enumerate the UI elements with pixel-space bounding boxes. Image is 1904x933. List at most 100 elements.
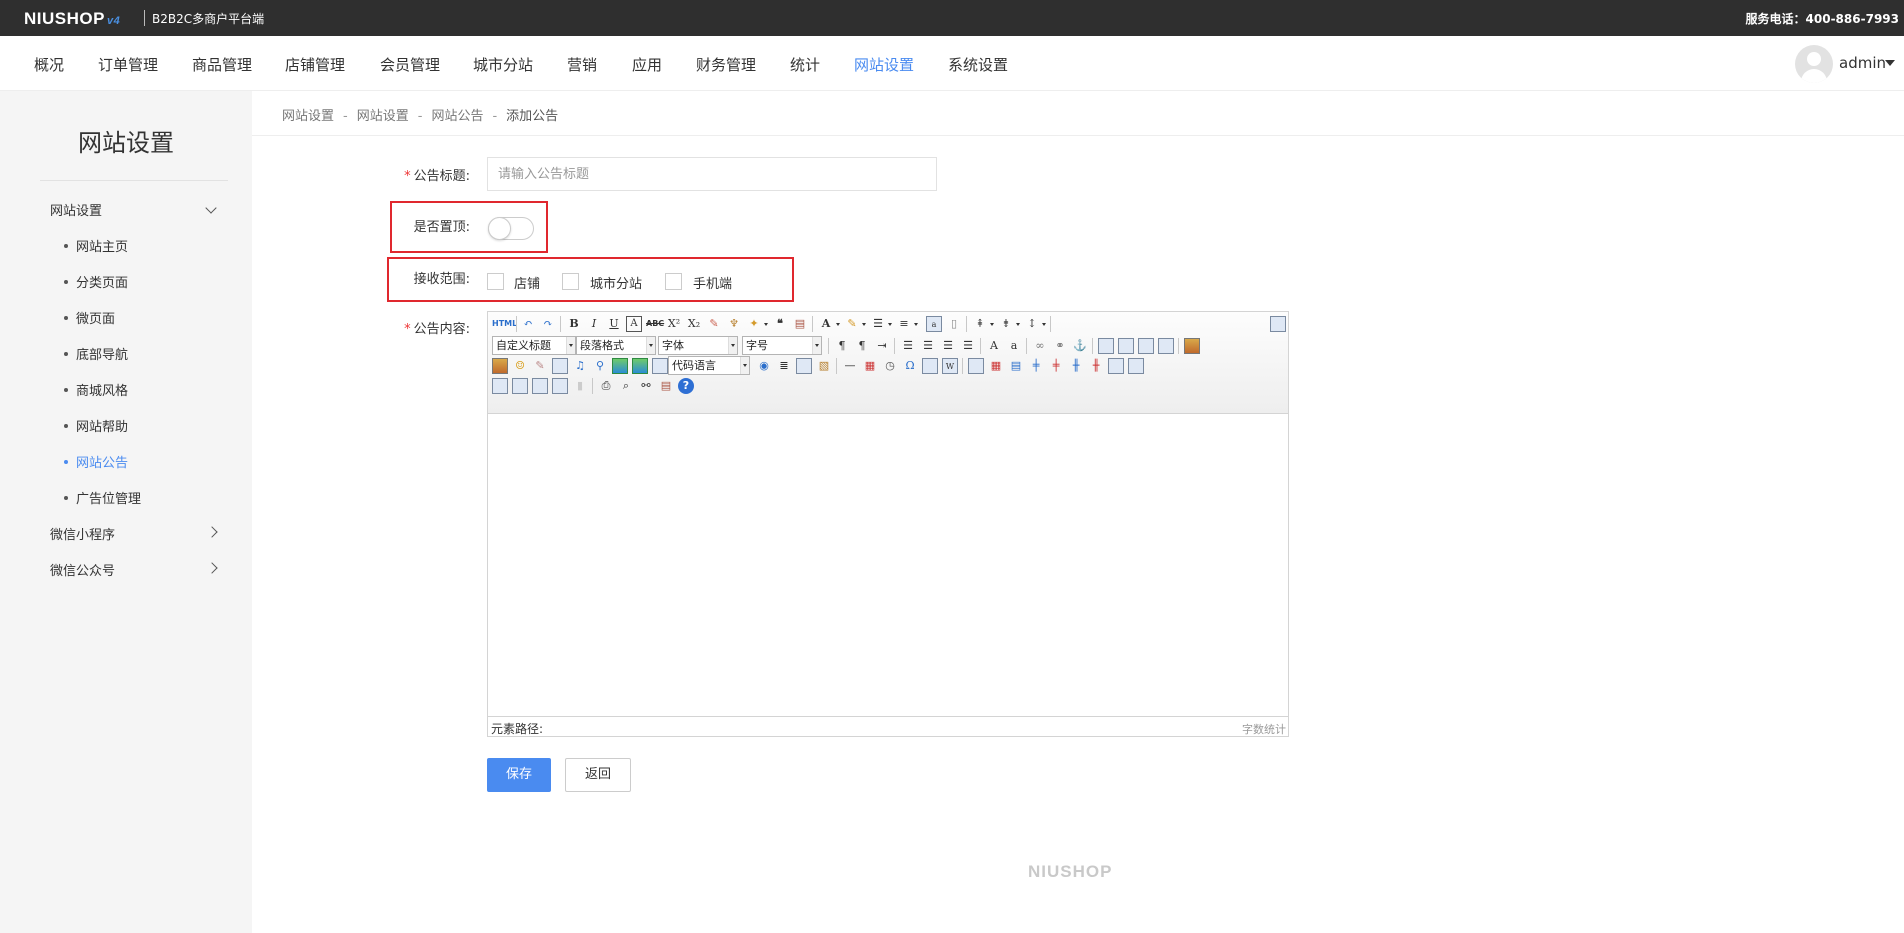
scope-shop-checkbox[interactable] — [487, 273, 504, 290]
nav-item-overview[interactable]: 概况 — [34, 54, 64, 75]
highlight-color-icon[interactable]: ✎ — [844, 316, 860, 332]
align-right-icon[interactable]: ☰ — [940, 338, 956, 354]
special-chars-icon[interactable]: Ω — [902, 358, 918, 374]
insert-video-icon[interactable] — [552, 358, 568, 374]
sidebar-item-ad-slots[interactable]: 广告位管理 — [64, 488, 141, 507]
line-height-icon[interactable]: ↕ — [1024, 316, 1040, 332]
scope-mobile-checkbox[interactable] — [665, 273, 682, 290]
redo-icon[interactable]: ↷ — [540, 316, 556, 332]
image-center-icon[interactable] — [1158, 338, 1174, 354]
help-icon[interactable]: ? — [678, 378, 694, 394]
insert-paragraph-before-table-icon[interactable]: ▤ — [1008, 358, 1024, 374]
dropdown-arrow-icon[interactable] — [990, 323, 994, 326]
nav-item-orders[interactable]: 订单管理 — [98, 54, 158, 75]
nav-item-apps[interactable]: 应用 — [632, 54, 662, 75]
sidebar-item-category-page[interactable]: 分类页面 — [64, 272, 128, 291]
dropdown-arrow-icon[interactable] — [1016, 323, 1020, 326]
paragraph-format-select[interactable]: 段落格式 — [576, 336, 656, 355]
user-menu-caret-icon[interactable] — [1885, 60, 1895, 66]
scrawl-icon[interactable]: ✎ — [532, 358, 548, 374]
superscript-icon[interactable]: X² — [666, 316, 682, 332]
split-to-rows-icon[interactable] — [532, 378, 548, 394]
breadcrumb-item[interactable]: 网站设置 — [357, 109, 409, 124]
delete-col-icon[interactable]: ╫ — [1088, 358, 1104, 374]
emotion-icon[interactable]: ☺ — [512, 358, 528, 374]
template-icon[interactable]: ▧ — [816, 358, 832, 374]
scope-shop-label[interactable]: 店铺 — [514, 273, 540, 292]
delete-table-icon[interactable]: ▦ — [988, 358, 1004, 374]
sidebar-item-home-page[interactable]: 网站主页 — [64, 236, 128, 255]
auto-format-icon[interactable]: ✦ — [746, 316, 762, 332]
sidebar-item-site-help[interactable]: 网站帮助 — [64, 416, 128, 435]
dropdown-arrow-icon[interactable] — [1042, 323, 1046, 326]
drafts-icon[interactable]: ▤ — [658, 378, 674, 394]
date-icon[interactable]: ▦ — [862, 358, 878, 374]
html-source-icon[interactable]: HTML — [492, 316, 517, 332]
select-all-icon[interactable]: a — [926, 316, 942, 332]
paste-plain-icon[interactable]: ▤ — [792, 316, 808, 332]
nav-item-system-settings[interactable]: 系统设置 — [948, 54, 1008, 75]
split-to-cells-icon[interactable] — [512, 378, 528, 394]
insert-col-icon[interactable]: ╫ — [1068, 358, 1084, 374]
nav-item-city-station[interactable]: 城市分站 — [473, 54, 533, 75]
bold-icon[interactable]: B — [566, 316, 582, 332]
align-left-icon[interactable]: ☰ — [900, 338, 916, 354]
sidebar-item-bottom-nav[interactable]: 底部导航 — [64, 344, 128, 363]
niushop-logo[interactable]: NIUSHOP v4 — [24, 9, 120, 29]
merge-cells-icon[interactable] — [1108, 358, 1124, 374]
snap-screen-icon[interactable] — [922, 358, 938, 374]
lowercase-icon[interactable]: a — [1006, 338, 1022, 354]
sidebar-group-website-settings[interactable]: 网站设置 — [50, 200, 102, 219]
user-avatar[interactable] — [1795, 45, 1833, 83]
word-image-icon[interactable]: W — [942, 358, 958, 374]
scope-city-station-label[interactable]: 城市分站 — [590, 273, 642, 292]
unlink-icon[interactable]: ⚭ — [1052, 338, 1068, 354]
sidebar-group-wechat-miniprogram[interactable]: 微信小程序 — [50, 524, 115, 543]
sidebar-group-wechat-official[interactable]: 微信公众号 — [50, 560, 115, 579]
breadcrumb-item[interactable]: 网站设置 — [282, 109, 334, 124]
web-app-icon[interactable]: ◉ — [756, 358, 772, 374]
editor-content-area[interactable] — [488, 415, 1288, 716]
subscript-icon[interactable]: X₂ — [686, 316, 702, 332]
delete-row-icon[interactable]: ╪ — [1048, 358, 1064, 374]
ordered-list-icon[interactable]: ☰ — [870, 316, 886, 332]
chevron-down-icon[interactable] — [205, 202, 217, 214]
font-color-icon[interactable]: A — [818, 316, 834, 332]
breadcrumb-item[interactable]: 网站公告 — [431, 109, 483, 124]
time-icon[interactable]: ◷ — [882, 358, 898, 374]
direction-rtl-icon[interactable]: ¶ — [854, 338, 870, 354]
chevron-right-icon[interactable] — [206, 562, 218, 574]
sidebar-item-micro-page[interactable]: 微页面 — [64, 308, 115, 327]
link-icon[interactable]: ∞ — [1032, 338, 1048, 354]
background-icon[interactable] — [796, 358, 812, 374]
custom-heading-select[interactable]: 自定义标题 — [492, 336, 576, 355]
row-spacing-bottom-icon[interactable]: ⇟ — [998, 316, 1014, 332]
align-center-icon[interactable]: ☰ — [920, 338, 936, 354]
strikethrough-icon[interactable]: ABC — [646, 316, 664, 332]
preview-icon[interactable]: ⌕ — [618, 378, 634, 394]
format-brush-icon[interactable]: ♆ — [726, 316, 742, 332]
italic-icon[interactable]: I — [586, 316, 602, 332]
direction-ltr-icon[interactable]: ¶ — [834, 338, 850, 354]
nav-item-finance[interactable]: 财务管理 — [696, 54, 756, 75]
chevron-right-icon[interactable] — [206, 526, 218, 538]
unordered-list-icon[interactable]: ≡ — [896, 316, 912, 332]
pin-top-toggle[interactable] — [488, 217, 534, 240]
blockquote-icon[interactable]: ❝ — [772, 316, 788, 332]
eraser-icon[interactable]: ✎ — [706, 316, 722, 332]
merge-down-icon[interactable] — [492, 378, 508, 394]
image-left-icon[interactable] — [1118, 338, 1134, 354]
scope-city-station-checkbox[interactable] — [562, 273, 579, 290]
merge-right-icon[interactable] — [1128, 358, 1144, 374]
back-button[interactable]: 返回 — [565, 758, 631, 792]
code-language-select[interactable]: 代码语言 — [668, 356, 750, 375]
insert-image-icon[interactable] — [1184, 338, 1200, 354]
image-right-icon[interactable] — [1138, 338, 1154, 354]
notice-title-input[interactable] — [487, 157, 937, 191]
save-button[interactable]: 保存 — [487, 758, 551, 792]
attachment-icon[interactable]: ⚲ — [592, 358, 608, 374]
map-icon[interactable] — [612, 358, 628, 374]
nav-item-marketing[interactable]: 营销 — [567, 54, 597, 75]
nav-item-goods[interactable]: 商品管理 — [192, 54, 252, 75]
dropdown-arrow-icon[interactable] — [862, 323, 866, 326]
